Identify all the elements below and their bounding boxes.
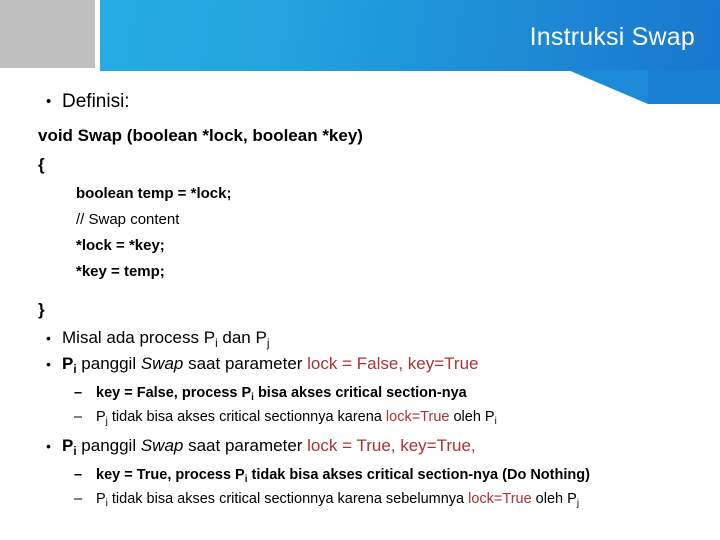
- bullet-dot-icon: •: [46, 438, 51, 454]
- code-line-4: *key = temp;: [76, 263, 165, 280]
- misal-text-part1: Misal ada process P: [62, 328, 216, 347]
- case-true-swap-keyword: Swap: [140, 436, 184, 455]
- code-line-1: boolean temp = *lock;: [76, 185, 232, 202]
- case-true-process-label: P: [62, 436, 74, 455]
- code-line-2-comment: // Swap content: [76, 211, 180, 228]
- bullet-dot-icon: •: [46, 356, 51, 372]
- case-false-swap-keyword: Swap: [140, 354, 184, 373]
- definisi-label: Definisi:: [62, 91, 130, 112]
- subbullet-true-2-tail-subscript: j: [576, 498, 579, 510]
- subbullet-false-2-process: P: [96, 409, 106, 425]
- subbullet-true-2-tail: oleh P: [531, 491, 577, 507]
- case-true-process-subscript: i: [73, 445, 77, 458]
- dash-bullet-icon: –: [74, 385, 83, 401]
- subbullet-false-2-tail-subscript: i: [494, 416, 497, 428]
- case-false-process-label: P: [62, 354, 74, 373]
- code-signature: void Swap (boolean *lock, boolean *key): [38, 126, 363, 145]
- slide-header: Instruksi Swap: [0, 0, 720, 104]
- code-brace-open: {: [38, 155, 45, 174]
- dash-bullet-icon: –: [74, 467, 83, 483]
- slide-body: • Definisi: void Swap (boolean *lock, bo…: [0, 88, 720, 512]
- case-false-process-subscript: i: [73, 363, 77, 376]
- bullet-definisi: • Definisi:: [0, 88, 720, 115]
- dash-bullet-icon: –: [74, 491, 83, 507]
- subbullet-false-1: – key = False, process Pi bisa akses cri…: [0, 382, 720, 406]
- subbullet-false-1-pre: key = False, process P: [96, 385, 252, 401]
- dash-bullet-icon: –: [74, 409, 83, 425]
- subbullet-false-2-mid: tidak bisa akses critical sectionnya kar…: [107, 409, 386, 425]
- case-false-panggil-text: panggil: [76, 354, 141, 373]
- misal-subscript-i: i: [215, 337, 218, 350]
- page-title: Instruksi Swap: [529, 23, 695, 51]
- subbullet-false-2: – Pj tidak bisa akses critical sectionny…: [0, 406, 720, 430]
- subbullet-true-2-mid: tidak bisa akses critical sectionnya kar…: [107, 491, 469, 507]
- subbullet-true-2: – Pi tidak bisa akses critical sectionny…: [0, 488, 720, 512]
- subbullet-false-1-subscript: i: [251, 392, 254, 404]
- bullet-dot-icon: •: [46, 93, 52, 110]
- bullet-dot-icon: •: [46, 330, 51, 346]
- case-false-saat-text: saat parameter: [183, 354, 308, 373]
- bullet-case-lock-false: • Pi panggil Swap saat parameter lock = …: [0, 352, 720, 378]
- header-gray-accent-block: [0, 0, 95, 68]
- subbullet-true-2-process: P: [96, 491, 106, 507]
- subbullet-false-2-lock-value: lock=True: [385, 409, 450, 425]
- subbullet-true-1-post: tidak bisa akses critical section-nya (D…: [247, 467, 590, 483]
- bullet-misal-process: • Misal ada process Pi dan Pj: [0, 326, 720, 352]
- subbullet-true-2-lock-value: lock=True: [468, 491, 532, 507]
- subbullet-false-2-subscript: j: [105, 416, 108, 428]
- subbullet-true-1-pre: key = True, process P: [96, 467, 245, 483]
- bullet-case-lock-true: • Pi panggil Swap saat parameter lock = …: [0, 434, 720, 460]
- misal-subscript-j: j: [266, 337, 270, 350]
- code-line-3: *lock = *key;: [76, 237, 165, 254]
- subbullet-true-2-subscript: i: [105, 498, 108, 510]
- code-brace-close: }: [38, 300, 45, 319]
- case-true-params: lock = True, key=True,: [307, 436, 476, 455]
- subbullet-true-1: – key = True, process Pi tidak bisa akse…: [0, 464, 720, 488]
- subbullet-false-1-post: bisa akses critical section-nya: [253, 385, 467, 401]
- case-true-panggil-text: panggil: [76, 436, 141, 455]
- case-false-params: lock = False, key=True: [307, 354, 479, 373]
- subbullet-false-2-tail: oleh P: [449, 409, 495, 425]
- misal-text-part2: dan P: [217, 328, 267, 347]
- case-true-saat-text: saat parameter: [183, 436, 308, 455]
